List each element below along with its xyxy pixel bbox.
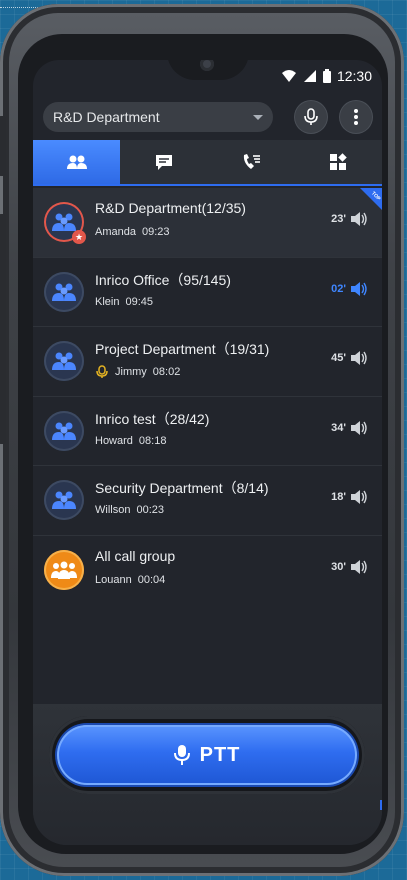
speaker-icon bbox=[351, 420, 367, 435]
group-avatar bbox=[44, 271, 84, 312]
group-duration: 30' bbox=[331, 560, 346, 573]
group-duration: 02' bbox=[331, 282, 346, 295]
speaking-mic-icon bbox=[96, 365, 108, 378]
more-vert-icon bbox=[354, 109, 358, 125]
group-duration: 34' bbox=[331, 421, 346, 434]
group-row[interactable]: All call group Louann 00:04 30' bbox=[33, 536, 382, 606]
status-time: 12:30 bbox=[336, 68, 372, 84]
all-call-icon bbox=[51, 561, 77, 579]
group-time: 00:04 bbox=[137, 573, 166, 586]
group-title: Project Department（19/31) bbox=[95, 341, 270, 357]
group-time: 00:23 bbox=[136, 504, 164, 516]
group-row[interactable]: ★ R&D Department(12/35) Amanda 09:23 23'… bbox=[33, 188, 382, 258]
group-icon bbox=[52, 352, 76, 370]
group-subtitle: Jimmy 08:02 bbox=[95, 365, 180, 379]
duration-volume: 18' bbox=[331, 489, 368, 505]
group-icon bbox=[52, 422, 76, 440]
speaker-active-icon bbox=[351, 281, 367, 296]
group-user: Jimmy bbox=[115, 366, 147, 378]
group-row[interactable]: Inrico Office（95/145) Klein 09:45 02' bbox=[33, 258, 382, 327]
group-duration: 18' bbox=[331, 491, 346, 503]
group-time: 09:45 bbox=[125, 295, 153, 308]
tab-messages[interactable] bbox=[120, 140, 208, 184]
group-row[interactable]: Project Department（19/31) Jimmy 08:02 45… bbox=[33, 327, 382, 397]
speaker-icon bbox=[351, 212, 367, 226]
notch bbox=[167, 60, 249, 80]
group-user: Louann bbox=[95, 573, 132, 586]
message-icon bbox=[155, 155, 172, 170]
voice-settings-button[interactable] bbox=[295, 101, 327, 133]
speaker-icon bbox=[351, 351, 367, 365]
apps-icon bbox=[330, 153, 348, 170]
call-log-icon bbox=[244, 154, 261, 169]
group-subtitle: Amanda 09:23 bbox=[95, 226, 170, 238]
group-avatar: ★ bbox=[44, 202, 86, 244]
speaker-icon bbox=[351, 559, 367, 574]
group-time: 08:02 bbox=[152, 366, 181, 378]
duration-volume: 02' bbox=[331, 281, 368, 297]
group-avatar bbox=[44, 410, 84, 451]
group-subtitle: Louann 00:04 bbox=[95, 574, 165, 586]
group-row[interactable]: Security Department（8/14) Willson 00:23 … bbox=[33, 466, 382, 536]
group-subtitle: Klein 09:45 bbox=[95, 296, 153, 308]
screen: 12:30 R&D Department ★ R&D Department(12… bbox=[33, 60, 382, 845]
top-bar: R&D Department bbox=[33, 94, 382, 144]
top-badge: TOP bbox=[360, 188, 382, 210]
speaker-icon bbox=[351, 490, 367, 504]
duration-volume: 30' bbox=[331, 559, 368, 575]
tab-bar bbox=[33, 140, 382, 186]
group-time: 09:23 bbox=[141, 226, 170, 238]
side-ptt-key[interactable] bbox=[0, 214, 6, 444]
chevron-down-icon bbox=[253, 115, 263, 120]
accent-marker bbox=[380, 800, 382, 810]
group-icon bbox=[52, 283, 76, 301]
group-title: Security Department（8/14) bbox=[95, 480, 269, 496]
duration-volume: 23' bbox=[331, 211, 368, 227]
microphone-settings-icon bbox=[304, 108, 318, 125]
ptt-area: PTT bbox=[33, 704, 382, 845]
group-title: Inrico test（28/42) bbox=[95, 410, 210, 427]
ptt-frame: PTT bbox=[49, 716, 365, 794]
more-options-button[interactable] bbox=[340, 101, 372, 133]
tab-calls[interactable] bbox=[207, 140, 295, 184]
status-bar: 12:30 bbox=[281, 68, 372, 84]
group-title: R&D Department(12/35) bbox=[95, 200, 246, 216]
volume-button[interactable] bbox=[0, 116, 6, 176]
group-duration: 45' bbox=[331, 352, 346, 364]
group-user: Amanda bbox=[95, 226, 136, 238]
group-subtitle: Willson 00:23 bbox=[95, 504, 164, 516]
group-user: Willson bbox=[95, 504, 131, 516]
group-title: Inrico Office（95/145) bbox=[95, 271, 231, 288]
group-icon bbox=[52, 491, 76, 509]
department-selector-label: R&D Department bbox=[53, 109, 160, 125]
department-selector[interactable]: R&D Department bbox=[43, 102, 273, 132]
group-list: ★ R&D Department(12/35) Amanda 09:23 23'… bbox=[33, 188, 382, 605]
group-subtitle: Howard 08:18 bbox=[95, 435, 166, 447]
signal-icon bbox=[303, 70, 316, 82]
group-user: Klein bbox=[95, 295, 120, 308]
ptt-label: PTT bbox=[199, 743, 241, 766]
wifi-icon bbox=[281, 70, 296, 82]
ptt-button[interactable]: PTT bbox=[57, 725, 357, 785]
microphone-icon bbox=[173, 745, 190, 765]
front-camera bbox=[200, 60, 214, 71]
group-icon bbox=[52, 213, 76, 231]
group-time: 08:18 bbox=[138, 434, 167, 447]
battery-icon bbox=[322, 69, 331, 83]
group-duration: 23' bbox=[331, 213, 346, 225]
groups-icon bbox=[66, 155, 87, 169]
group-avatar bbox=[44, 341, 84, 381]
group-user: Howard bbox=[95, 434, 133, 447]
duration-volume: 34' bbox=[331, 420, 368, 436]
duration-volume: 45' bbox=[331, 350, 368, 366]
tab-groups[interactable] bbox=[33, 140, 121, 184]
tab-apps[interactable] bbox=[294, 140, 382, 184]
group-avatar bbox=[44, 549, 84, 590]
star-icon: ★ bbox=[72, 230, 86, 244]
group-row[interactable]: Inrico test（28/42) Howard 08:18 34' bbox=[33, 397, 382, 466]
group-avatar bbox=[44, 480, 84, 520]
group-title: All call group bbox=[95, 547, 176, 564]
